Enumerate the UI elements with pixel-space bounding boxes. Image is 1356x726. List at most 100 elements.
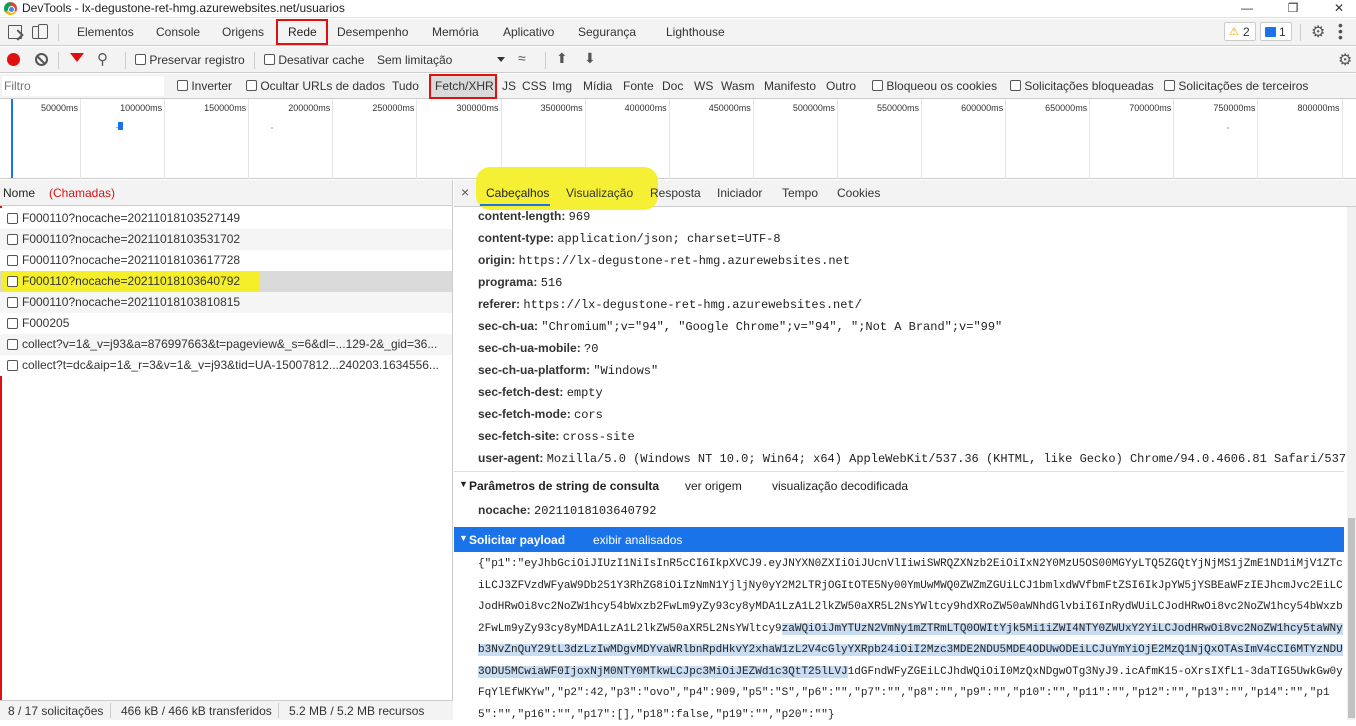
hide-data-urls-checkbox[interactable]: Ocultar URLs de dados — [246, 79, 385, 93]
checkbox[interactable] — [7, 360, 18, 371]
column-header-name[interactable]: Nome — [3, 186, 35, 200]
tab-seguranca[interactable]: Segurança — [578, 25, 636, 39]
invert-checkbox[interactable]: Inverter — [177, 79, 232, 93]
query-params-section-header[interactable]: ▼ Parâmetros de string de consulta ver o… — [454, 479, 1356, 501]
payload-section-header[interactable]: ▼ Solicitar payload exibir analisados — [454, 527, 1344, 552]
view-parsed-link[interactable]: exibir analisados — [593, 533, 682, 547]
tab-origens[interactable]: Origens — [222, 25, 264, 39]
blocked-cookies-checkbox[interactable]: Bloqueou os cookies — [872, 79, 997, 93]
filter-type-img[interactable]: Img — [552, 79, 572, 93]
tab-memoria[interactable]: Memória — [432, 25, 479, 39]
checkbox[interactable] — [7, 255, 18, 266]
payload-text: FqYlEfWKYw","p2":42,"p3":"ovo","p4":909,… — [478, 687, 1330, 699]
tab-resposta[interactable]: Resposta — [650, 186, 701, 200]
view-source-link[interactable]: ver origem — [685, 479, 742, 493]
request-row-selected[interactable]: F000110?nocache=20211018103640792 — [0, 271, 452, 292]
close-window-icon[interactable]: ✕ — [1316, 0, 1356, 18]
throttling-select[interactable]: Sem limitação — [377, 53, 452, 67]
tab-cookies[interactable]: Cookies — [837, 186, 880, 200]
checkbox[interactable] — [7, 276, 18, 287]
request-row[interactable]: F000110?nocache=20211018103527149 — [0, 208, 452, 229]
request-name: F000110?nocache=20211018103617728 — [22, 253, 241, 267]
checkbox[interactable] — [7, 339, 18, 350]
header-key: referer: — [478, 297, 521, 311]
checkbox[interactable] — [177, 80, 188, 91]
request-row[interactable]: collect?t=dc&aip=1&_r=3&v=1&_v=j93&tid=U… — [0, 355, 452, 376]
request-row[interactable]: F000110?nocache=20211018103810815 — [0, 292, 452, 313]
checkbox[interactable] — [246, 80, 257, 91]
timeline-overview[interactable]: 50000ms 100000ms 150000ms 200000ms 250000ms 3… — [0, 99, 1356, 179]
checkbox[interactable] — [7, 318, 18, 329]
request-row[interactable]: collect?v=1&_v=j93&a=876997663&t=pagevie… — [0, 334, 452, 355]
minimize-icon[interactable]: — — [1224, 0, 1270, 18]
tab-elementos[interactable]: Elementos — [77, 25, 134, 39]
header-row: programa: 516 — [478, 275, 562, 297]
preserve-log-checkbox[interactable]: Preservar registro — [135, 53, 245, 67]
messages-badge[interactable]: 1 — [1260, 22, 1292, 41]
payload-selected-text: 3ODU5MCwiaWF0IjoxNjM0NTY0MTkwLCJpc3MiOiJ… — [478, 665, 848, 678]
filter-type-outro[interactable]: Outro — [826, 79, 856, 93]
scrollbar-track[interactable] — [1347, 207, 1356, 720]
network-toolbar: ⚲ Preservar registro Desativar cache Sem… — [0, 47, 1356, 73]
filter-icon[interactable] — [70, 53, 84, 62]
disable-cache-checkbox[interactable]: Desativar cache — [264, 53, 364, 67]
tab-aplicativo[interactable]: Aplicativo — [503, 25, 554, 39]
close-icon[interactable]: × — [461, 184, 469, 200]
filter-type-js[interactable]: JS — [502, 79, 516, 93]
header-key: content-type: — [478, 231, 554, 245]
third-party-checkbox[interactable]: Solicitações de terceiros — [1164, 79, 1308, 93]
checkbox[interactable] — [1010, 80, 1021, 91]
checkbox[interactable] — [7, 297, 18, 308]
chevron-down-icon[interactable] — [497, 57, 505, 62]
view-decoded-link[interactable]: visualização decodificada — [772, 479, 908, 493]
device-toolbar-icon[interactable] — [32, 24, 48, 40]
filter-type-fonte[interactable]: Fonte — [623, 79, 654, 93]
inspect-element-icon[interactable] — [8, 25, 24, 41]
filter-type-midia[interactable]: Mídia — [583, 79, 612, 93]
clear-icon[interactable] — [35, 53, 48, 66]
request-row[interactable]: F000205 — [0, 313, 452, 334]
checkbox[interactable] — [7, 213, 18, 224]
filter-type-css[interactable]: CSS — [522, 79, 547, 93]
tab-cabecalhos[interactable]: Cabeçalhos — [486, 186, 549, 200]
gear-icon[interactable]: ⚙ — [1311, 22, 1325, 42]
more-options-icon[interactable]: • • • — [1338, 18, 1343, 44]
filter-type-wasm[interactable]: Wasm — [721, 79, 755, 93]
filter-type-fetch-xhr[interactable]: Fetch/XHR — [435, 79, 494, 93]
tab-rede[interactable]: Rede — [288, 25, 317, 39]
import-har-icon[interactable]: ⬆ — [556, 50, 568, 67]
checkbox[interactable] — [872, 80, 883, 91]
tab-visualizacao[interactable]: Visualização — [566, 186, 633, 200]
filter-type-ws[interactable]: WS — [694, 79, 713, 93]
filter-type-tudo[interactable]: Tudo — [392, 79, 419, 93]
annotation-note: (Chamadas) — [49, 186, 116, 200]
request-name: F000205 — [22, 316, 70, 330]
scrollbar-thumb[interactable] — [1348, 518, 1355, 718]
warnings-badge[interactable]: ⚠ 2 — [1224, 22, 1256, 41]
request-row[interactable]: F000110?nocache=20211018103617728 — [0, 250, 452, 271]
request-details-pane: × Cabeçalhos Visualização Resposta Inici… — [454, 167, 1356, 721]
tab-lighthouse[interactable]: Lighthouse — [666, 25, 725, 39]
tab-desempenho[interactable]: Desempenho — [337, 25, 408, 39]
blocked-requests-checkbox[interactable]: Solicitações bloqueadas — [1010, 79, 1154, 93]
network-conditions-icon[interactable]: ≈ — [518, 50, 526, 66]
tab-console[interactable]: Console — [156, 25, 200, 39]
tab-tempo[interactable]: Tempo — [782, 186, 818, 200]
export-har-icon[interactable]: ⬇ — [584, 50, 596, 67]
filter-type-doc[interactable]: Doc — [662, 79, 683, 93]
search-icon[interactable]: ⚲ — [97, 50, 108, 68]
header-key: sec-ch-ua: — [478, 319, 539, 333]
restore-icon[interactable]: ❐ — [1270, 0, 1316, 18]
checkbox[interactable] — [1164, 80, 1175, 91]
window-titlebar: DevTools - lx-degustone-ret-hmg.azureweb… — [0, 0, 1356, 18]
tab-iniciador[interactable]: Iniciador — [717, 186, 762, 200]
checkbox[interactable] — [7, 234, 18, 245]
checkbox[interactable] — [264, 54, 275, 65]
record-icon[interactable] — [7, 53, 20, 66]
network-settings-gear-icon[interactable]: ⚙ — [1338, 50, 1352, 70]
filter-type-manifesto[interactable]: Manifesto — [764, 79, 816, 93]
request-row[interactable]: F000110?nocache=20211018103531702 — [0, 229, 452, 250]
filter-input[interactable] — [2, 76, 164, 96]
timeline-gridline — [1173, 99, 1175, 179]
checkbox[interactable] — [135, 54, 146, 65]
